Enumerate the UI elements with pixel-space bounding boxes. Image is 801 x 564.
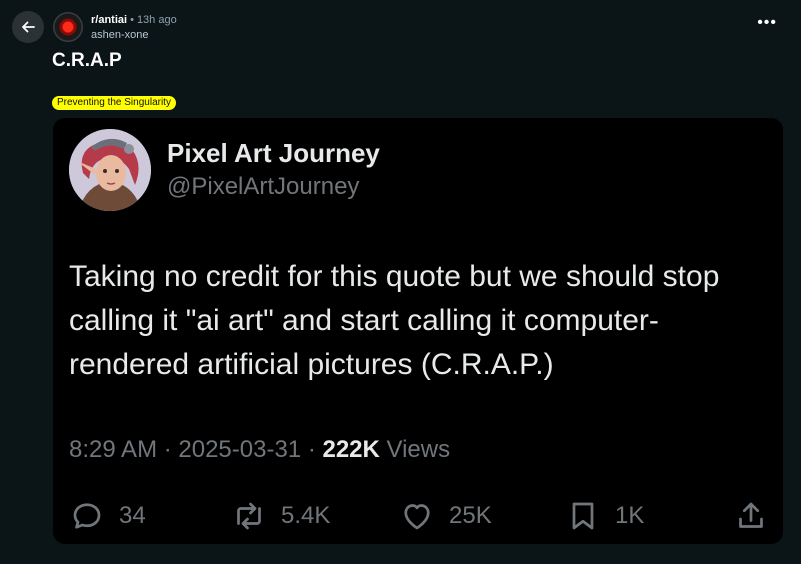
share-button[interactable]: [733, 498, 769, 534]
subreddit-avatar[interactable]: [53, 12, 83, 42]
tweet-views-count: 222K: [322, 436, 380, 463]
repost-count: 5.4K: [281, 502, 331, 529]
tweet-date: 2025-03-31: [178, 436, 302, 463]
post-time: 13h ago: [136, 14, 177, 26]
bookmark-button[interactable]: 1K: [565, 498, 644, 534]
speech-bubble-icon: [73, 503, 101, 529]
reply-button[interactable]: 34: [69, 498, 146, 534]
post-meta: r/antiai • 13h ago ashen-xone: [91, 13, 177, 43]
tweet-views-label: Views: [379, 436, 451, 463]
tweet-handle[interactable]: @PixelArtJourney: [167, 173, 359, 201]
tweet-actions: 34 5.4K 25K 1K: [69, 498, 769, 534]
meta-separator: •: [130, 14, 134, 26]
heart-icon: [404, 504, 430, 530]
tweet-time: 8:29 AM: [69, 436, 158, 463]
tweet-meta-separator: ·: [301, 436, 323, 463]
post-flair[interactable]: Preventing the Singularity: [52, 96, 176, 110]
bookmark-count: 1K: [615, 502, 645, 529]
post-title: C.R.A.P: [52, 50, 122, 71]
tweet-text: Taking no credit for this quote but we s…: [69, 260, 720, 381]
tweet-meta: 8:29 AM · 2025-03-31 · 222K Views: [69, 436, 450, 464]
back-button[interactable]: [12, 11, 44, 43]
tweet-display-name[interactable]: Pixel Art Journey: [167, 138, 380, 169]
repost-arrows-icon: [237, 502, 261, 530]
like-count: 25K: [449, 502, 492, 529]
more-options-button[interactable]: •••: [757, 14, 777, 32]
bookmark-icon: [572, 502, 594, 530]
arrow-left-icon: [22, 21, 35, 33]
repost-button[interactable]: 5.4K: [231, 498, 330, 534]
reply-count: 34: [119, 502, 146, 529]
subreddit-link[interactable]: r/antiai: [91, 14, 127, 26]
embedded-tweet: Pixel Art Journey @PixelArtJourney Takin…: [53, 118, 783, 544]
share-upload-icon: [739, 502, 763, 528]
like-button[interactable]: 25K: [399, 498, 492, 534]
tweet-meta-separator: ·: [157, 436, 179, 463]
tweet-avatar: [69, 129, 151, 211]
post-author[interactable]: ashen-xone: [91, 28, 177, 43]
